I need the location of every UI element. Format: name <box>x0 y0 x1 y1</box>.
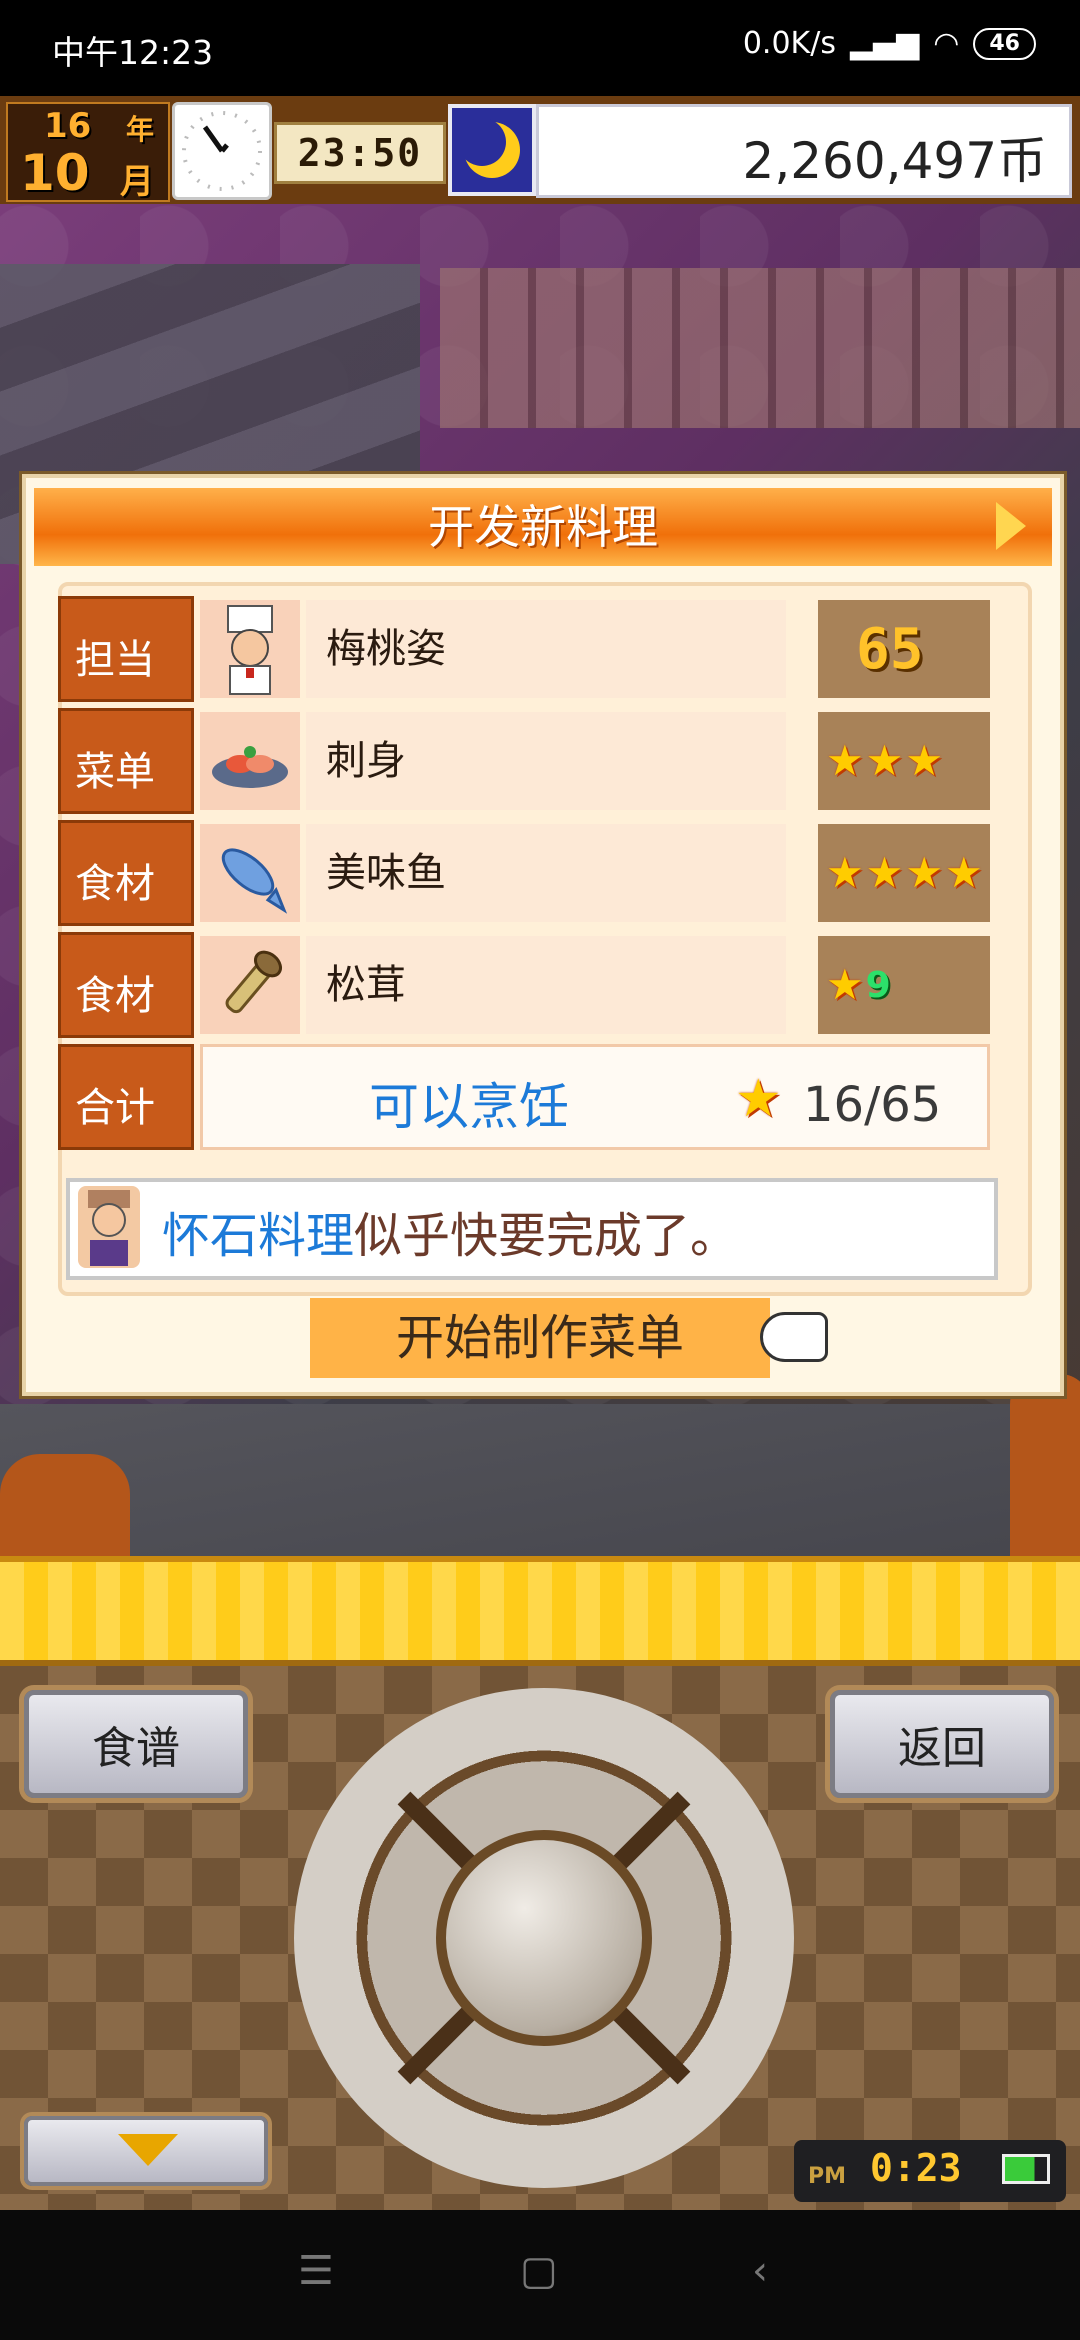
star-rank: 9 <box>865 964 891 1006</box>
next-arrow-icon[interactable] <box>996 502 1026 550</box>
game-hud: 16 年 10 月 23:50 2,260,497币 <box>0 96 1080 204</box>
pointer-hand-icon <box>760 1312 828 1362</box>
game-time: 23:50 <box>274 122 446 184</box>
row-label: 食材 <box>58 932 194 1038</box>
status-bar: 中午12:23 0.0K/s ▂▄▆ ◠ 46 <box>0 0 1080 96</box>
battery-icon: 46 <box>973 27 1036 60</box>
year-number: 16 <box>44 106 92 146</box>
star-icon: ★ <box>865 848 904 897</box>
navigation-bar: ☰ ▢ ‹ <box>0 2210 1080 2340</box>
dialog-title: 开发新料理 <box>428 500 658 554</box>
row-label: 合计 <box>58 1044 194 1150</box>
row-label: 担当 <box>58 596 194 702</box>
ingredient-name: 松茸 <box>306 936 786 1034</box>
star-icon: ★ <box>905 736 943 785</box>
device-clock: PM 0:23 <box>794 2140 1066 2202</box>
total-body: 可以烹饪 ★ 16/65 <box>200 1044 990 1150</box>
moon-icon <box>448 104 536 196</box>
date-display: 16 年 10 月 <box>6 102 170 202</box>
sashimi-icon <box>200 712 300 810</box>
row-ingredient-2[interactable]: 食材 松茸 ★ 9 <box>58 932 1002 1038</box>
scene-counter <box>440 268 1080 428</box>
staff-name: 梅桃姿 <box>306 600 786 698</box>
star-icon: ★ <box>865 736 904 785</box>
star-icon: ★ <box>735 1069 782 1129</box>
staff-level: 65 <box>818 600 990 698</box>
back-icon[interactable]: ‹ <box>752 2248 768 2294</box>
scroll-down-button[interactable] <box>24 2116 268 2186</box>
star-icon: ★ <box>905 848 943 897</box>
fish-icon <box>200 824 300 922</box>
month-unit: 月 <box>120 162 154 202</box>
wifi-icon: ◠ <box>933 26 960 61</box>
message-bar <box>0 1556 1080 1666</box>
home-icon[interactable]: ▢ <box>520 2248 558 2294</box>
start-cooking-button[interactable]: 开始制作菜单 <box>310 1298 770 1378</box>
level-value: 65 <box>856 616 924 682</box>
cook-status: 可以烹饪 <box>369 1078 569 1136</box>
money-amount: 2,260,497币 <box>742 132 1047 190</box>
row-total: 合计 可以烹饪 ★ 16/65 <box>58 1044 1002 1150</box>
status-time: 中午12:23 <box>52 33 214 72</box>
menu-icon[interactable]: ☰ <box>298 2248 334 2294</box>
hint-highlight: 怀石料理 <box>162 1208 355 1264</box>
network-speed: 0.0K/s <box>742 26 836 61</box>
back-button[interactable]: 返回 <box>830 1690 1054 1798</box>
menu-name: 刺身 <box>306 712 786 810</box>
recipe-button[interactable]: 食谱 <box>24 1690 248 1798</box>
ingredient-rating: ★ ★ ★ ★ <box>818 824 990 922</box>
clock-period: PM <box>808 2164 847 2189</box>
ingredient-name: 美味鱼 <box>306 824 786 922</box>
star-icon: ★ <box>826 736 864 785</box>
avatar <box>78 1186 140 1268</box>
menu-rating: ★ ★ ★ <box>818 712 990 810</box>
clock-time: 0:23 <box>870 2146 962 2190</box>
hint-body: 似乎快要完成了。 <box>354 1208 739 1264</box>
dpad-center-button[interactable] <box>436 1830 652 2046</box>
arrow-down-icon <box>118 2134 178 2166</box>
hint-text: 怀石料理似乎快要完成了。 <box>162 1196 738 1266</box>
status-indicators: 0.0K/s ▂▄▆ ◠ 46 <box>743 26 1036 61</box>
star-icon: ★ <box>826 960 864 1009</box>
money-display: 2,260,497币 <box>536 104 1072 198</box>
ingredient-rating: ★ 9 <box>818 936 990 1034</box>
clock-icon <box>172 102 272 200</box>
year-unit: 年 <box>126 113 155 146</box>
row-label: 菜单 <box>58 708 194 814</box>
total-score: 16/65 <box>803 1077 942 1133</box>
chef-icon <box>200 600 300 698</box>
star-icon: ★ <box>944 848 983 897</box>
month-number: 10 <box>20 144 90 202</box>
row-ingredient-1[interactable]: 食材 美味鱼 ★ ★ ★ ★ <box>58 820 1002 926</box>
row-menu[interactable]: 菜单 刺身 ★ ★ ★ <box>58 708 1002 814</box>
row-label: 食材 <box>58 820 194 926</box>
star-icon: ★ <box>826 848 864 897</box>
controller-panel: 食谱 返回 PM 0:23 <box>0 1666 1080 2210</box>
hint-message: 怀石料理似乎快要完成了。 <box>66 1178 998 1280</box>
signal-icon: ▂▄▆ <box>849 26 920 61</box>
dialog-header: 开发新料理 <box>34 488 1052 566</box>
row-staff[interactable]: 担当 梅桃姿 65 <box>58 596 1002 702</box>
matsutake-icon <box>200 936 300 1034</box>
battery-icon <box>1002 2154 1050 2184</box>
